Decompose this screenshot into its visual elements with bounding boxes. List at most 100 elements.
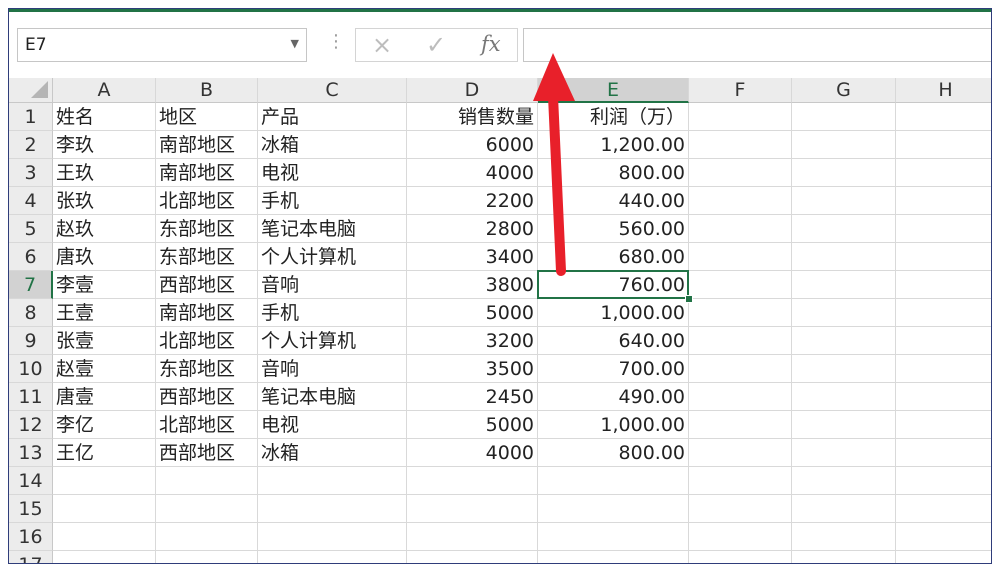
cell-h5[interactable] (896, 215, 991, 243)
cell-h4[interactable] (896, 187, 991, 215)
cell-a8[interactable]: 王壹 (53, 299, 156, 327)
cell-h15[interactable] (896, 495, 991, 523)
cell-h11[interactable] (896, 383, 991, 411)
cell-c8[interactable]: 手机 (258, 299, 407, 327)
cell-c4[interactable]: 手机 (258, 187, 407, 215)
cell-d9[interactable]: 3200 (407, 327, 538, 355)
cell-c10[interactable]: 音响 (258, 355, 407, 383)
cell-e13[interactable]: 800.00 (538, 439, 689, 467)
cell-a6[interactable]: 唐玖 (53, 243, 156, 271)
cell-a12[interactable]: 李亿 (53, 411, 156, 439)
cell-d14[interactable] (407, 467, 538, 495)
cell-d10[interactable]: 3500 (407, 355, 538, 383)
cell-b10[interactable]: 东部地区 (156, 355, 258, 383)
cell-g11[interactable] (792, 383, 896, 411)
cell-d7[interactable]: 3800 (407, 271, 538, 299)
cell-d16[interactable] (407, 523, 538, 551)
cell-g8[interactable] (792, 299, 896, 327)
cell-a14[interactable] (53, 467, 156, 495)
row-header-6[interactable]: 6 (9, 243, 53, 271)
cell-g7[interactable] (792, 271, 896, 299)
cell-c5[interactable]: 笔记本电脑 (258, 215, 407, 243)
row-header-1[interactable]: 1 (9, 103, 53, 131)
cell-d15[interactable] (407, 495, 538, 523)
cell-h13[interactable] (896, 439, 991, 467)
cell-c1[interactable]: 产品 (258, 103, 407, 131)
cell-b13[interactable]: 西部地区 (156, 439, 258, 467)
cell-e15[interactable] (538, 495, 689, 523)
cell-f15[interactable] (689, 495, 792, 523)
cell-e10[interactable]: 700.00 (538, 355, 689, 383)
cell-c15[interactable] (258, 495, 407, 523)
row-header-11[interactable]: 11 (9, 383, 53, 411)
row-header-10[interactable]: 10 (9, 355, 53, 383)
cell-f16[interactable] (689, 523, 792, 551)
cell-g3[interactable] (792, 159, 896, 187)
cell-c12[interactable]: 电视 (258, 411, 407, 439)
cancel-icon[interactable]: × (372, 31, 392, 59)
cell-g1[interactable] (792, 103, 896, 131)
cell-d17[interactable] (407, 551, 538, 563)
cell-f8[interactable] (689, 299, 792, 327)
cell-h12[interactable] (896, 411, 991, 439)
cell-h8[interactable] (896, 299, 991, 327)
cell-d13[interactable]: 4000 (407, 439, 538, 467)
row-header-12[interactable]: 12 (9, 411, 53, 439)
cell-a9[interactable]: 张壹 (53, 327, 156, 355)
cell-d8[interactable]: 5000 (407, 299, 538, 327)
select-all-corner[interactable] (9, 78, 53, 103)
cell-f7[interactable] (689, 271, 792, 299)
cell-b4[interactable]: 北部地区 (156, 187, 258, 215)
enter-check-icon[interactable]: ✓ (426, 31, 446, 59)
cell-f9[interactable] (689, 327, 792, 355)
cell-g5[interactable] (792, 215, 896, 243)
cell-g2[interactable] (792, 131, 896, 159)
cell-c7[interactable]: 音响 (258, 271, 407, 299)
cell-c17[interactable] (258, 551, 407, 563)
cell-g13[interactable] (792, 439, 896, 467)
cell-g14[interactable] (792, 467, 896, 495)
row-header-8[interactable]: 8 (9, 299, 53, 327)
cell-d3[interactable]: 4000 (407, 159, 538, 187)
cell-h3[interactable] (896, 159, 991, 187)
cell-d1[interactable]: 销售数量 (407, 103, 538, 131)
cell-b3[interactable]: 南部地区 (156, 159, 258, 187)
cell-e9[interactable]: 640.00 (538, 327, 689, 355)
cell-b15[interactable] (156, 495, 258, 523)
cell-a3[interactable]: 王玖 (53, 159, 156, 187)
cell-f6[interactable] (689, 243, 792, 271)
cell-a1[interactable]: 姓名 (53, 103, 156, 131)
cell-c9[interactable]: 个人计算机 (258, 327, 407, 355)
cell-b14[interactable] (156, 467, 258, 495)
cell-b1[interactable]: 地区 (156, 103, 258, 131)
row-header-9[interactable]: 9 (9, 327, 53, 355)
cell-e5[interactable]: 560.00 (538, 215, 689, 243)
cell-g4[interactable] (792, 187, 896, 215)
cell-b2[interactable]: 南部地区 (156, 131, 258, 159)
cell-f10[interactable] (689, 355, 792, 383)
cell-g17[interactable] (792, 551, 896, 563)
cell-c14[interactable] (258, 467, 407, 495)
cell-f5[interactable] (689, 215, 792, 243)
cell-a13[interactable]: 王亿 (53, 439, 156, 467)
cell-c2[interactable]: 冰箱 (258, 131, 407, 159)
cell-c16[interactable] (258, 523, 407, 551)
cell-a5[interactable]: 赵玖 (53, 215, 156, 243)
cell-c13[interactable]: 冰箱 (258, 439, 407, 467)
cell-f17[interactable] (689, 551, 792, 563)
cell-h16[interactable] (896, 523, 991, 551)
cell-c3[interactable]: 电视 (258, 159, 407, 187)
row-header-3[interactable]: 3 (9, 159, 53, 187)
cell-b11[interactable]: 西部地区 (156, 383, 258, 411)
row-header-5[interactable]: 5 (9, 215, 53, 243)
cell-e17[interactable] (538, 551, 689, 563)
cell-b6[interactable]: 东部地区 (156, 243, 258, 271)
cell-h2[interactable] (896, 131, 991, 159)
cell-b5[interactable]: 东部地区 (156, 215, 258, 243)
cell-e16[interactable] (538, 523, 689, 551)
cell-g10[interactable] (792, 355, 896, 383)
cell-e3[interactable]: 800.00 (538, 159, 689, 187)
fill-handle[interactable] (685, 295, 693, 303)
column-header-b[interactable]: B (156, 78, 258, 103)
insert-function-icon[interactable]: fx (481, 32, 501, 56)
